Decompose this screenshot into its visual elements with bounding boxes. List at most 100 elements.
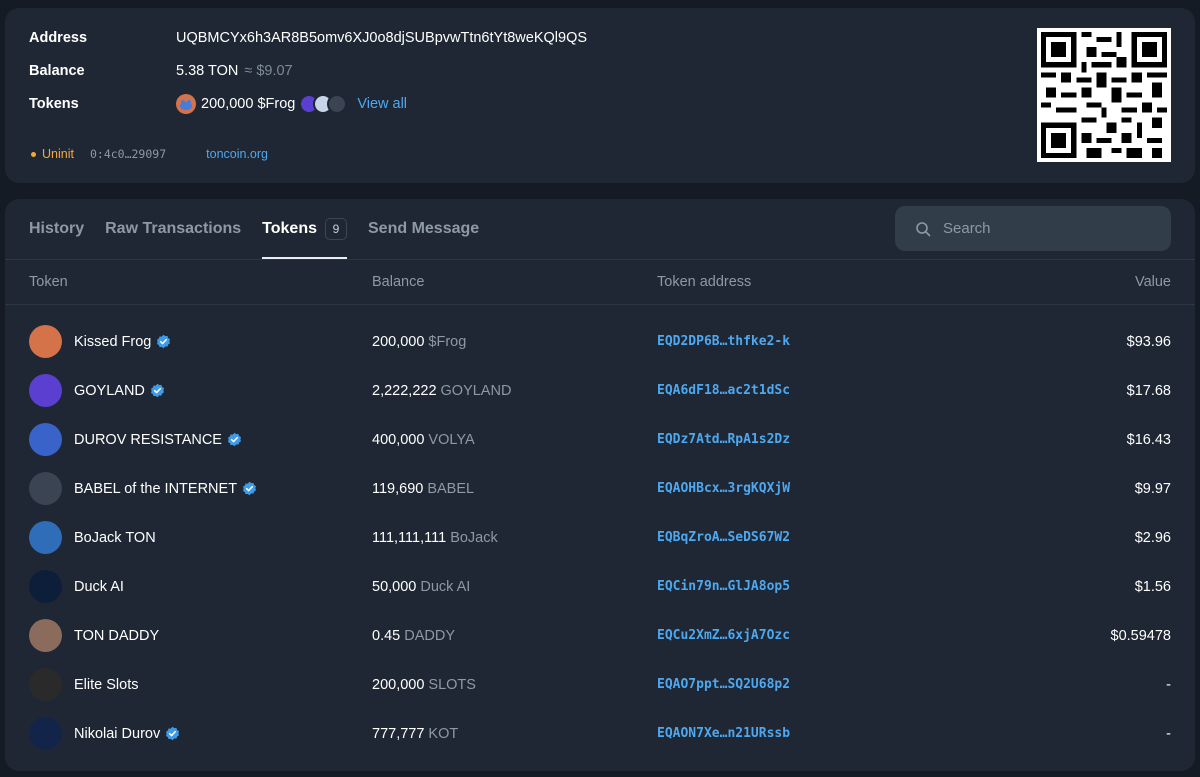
token-value: - bbox=[1166, 676, 1171, 693]
header-divider bbox=[5, 304, 1195, 305]
token-name[interactable]: Kissed Frog bbox=[74, 334, 151, 350]
token-address-link[interactable]: EQD2DP6B…thfke2-k bbox=[657, 334, 790, 349]
table-row[interactable]: Duck AI 50,000 Duck AI EQCin79n…GlJA8op5 $1.… bbox=[5, 562, 1195, 611]
token-amount: 400,000 bbox=[372, 431, 425, 448]
token-value: $16.43 bbox=[1126, 431, 1171, 448]
token-value: $1.56 bbox=[1134, 578, 1171, 595]
token-cell: BABEL of the INTERNET bbox=[29, 472, 257, 505]
babel-icon bbox=[29, 472, 62, 505]
verified-badge-icon bbox=[227, 432, 242, 447]
token-address-link[interactable]: EQAON7Xe…n21URssb bbox=[657, 726, 790, 741]
balance-cell: 119,690 BABEL bbox=[372, 481, 474, 497]
token-amount: 0.45 bbox=[372, 627, 401, 644]
durov-resistance-icon bbox=[29, 423, 62, 456]
token-name[interactable]: BABEL of the INTERNET bbox=[74, 481, 237, 497]
header-token: Token bbox=[29, 274, 68, 290]
token-icon-stack[interactable] bbox=[299, 94, 348, 114]
token-value: $17.68 bbox=[1126, 382, 1171, 399]
table-row[interactable]: GOYLAND 2,222,222 GOYLAND EQA6dF18…ac2t1dSc… bbox=[5, 366, 1195, 415]
token-symbol: VOLYA bbox=[428, 431, 475, 448]
tokens-panel: History Raw Transactions Tokens 9 Send M… bbox=[5, 199, 1195, 771]
token-address-link[interactable]: EQDz7Atd…RpA1s2Dz bbox=[657, 432, 790, 447]
table-row[interactable]: Nikolai Durov 777,777 KOT EQAON7Xe…n21URssb… bbox=[5, 709, 1195, 758]
token-address-link[interactable]: EQAO7ppt…SQ2U68p2 bbox=[657, 677, 790, 692]
tab-tokens[interactable]: Tokens 9 bbox=[262, 199, 347, 259]
token-amount: 2,222,222 bbox=[372, 382, 437, 399]
token-symbol: KOT bbox=[428, 725, 459, 742]
header-value: Value bbox=[1134, 274, 1171, 290]
token-name[interactable]: Elite Slots bbox=[74, 677, 138, 693]
balance-cell: 0.45 DADDY bbox=[372, 628, 455, 644]
token-cell: Duck AI bbox=[29, 570, 124, 603]
address-value[interactable]: UQBMCYx6h3AR8B5omv6XJ0o8djSUBpvwTtn6tYt8… bbox=[176, 30, 587, 46]
token-address-link[interactable]: EQA6dF18…ac2t1dSc bbox=[657, 383, 790, 398]
token-table-body: Kissed Frog 200,000 $Frog EQD2DP6B…thfke2-k… bbox=[5, 317, 1195, 758]
token-name[interactable]: TON DADDY bbox=[74, 628, 159, 644]
header-token-address: Token address bbox=[657, 274, 752, 290]
table-row[interactable]: DUROV RESISTANCE 400,000 VOLYA EQDz7Atd…RpA… bbox=[5, 415, 1195, 464]
token-cell: Nikolai Durov bbox=[29, 717, 180, 750]
daddy-icon bbox=[29, 619, 62, 652]
qr-code[interactable] bbox=[1037, 28, 1171, 162]
table-row[interactable]: Elite Slots 200,000 SLOTS EQAO7ppt…SQ2U68p2… bbox=[5, 660, 1195, 709]
frog-icon bbox=[29, 325, 62, 358]
token-name[interactable]: Duck AI bbox=[74, 579, 124, 595]
balance-cell: 200,000 SLOTS bbox=[372, 677, 476, 693]
token-address-link[interactable]: EQAOHBcx…3rgKQXjW bbox=[657, 481, 790, 496]
balance-cell: 200,000 $Frog bbox=[372, 334, 466, 350]
table-row[interactable]: BABEL of the INTERNET 119,690 BABEL EQAOHBc… bbox=[5, 464, 1195, 513]
token-amount: 50,000 bbox=[372, 578, 417, 595]
balance-cell: 777,777 KOT bbox=[372, 726, 458, 742]
table-header: Token Balance Token address Value bbox=[5, 259, 1195, 305]
token-amount: 200,000 bbox=[372, 676, 425, 693]
tokens-top-value: 200,000 $Frog bbox=[201, 96, 296, 112]
table-row[interactable]: Kissed Frog 200,000 $Frog EQD2DP6B…thfke2-k… bbox=[5, 317, 1195, 366]
token-cell: BoJack TON bbox=[29, 521, 156, 554]
token-symbol: $Frog bbox=[428, 333, 467, 350]
token-value: $0.59478 bbox=[1110, 627, 1171, 644]
token-cell: Kissed Frog bbox=[29, 325, 171, 358]
token-cell: Elite Slots bbox=[29, 668, 138, 701]
raw-address[interactable]: 0:4c0…29097 bbox=[90, 147, 166, 161]
token-name[interactable]: BoJack TON bbox=[74, 530, 156, 546]
balance-row: Balance 5.38 TON ≈ $9.07 bbox=[29, 63, 293, 79]
status-label: Uninit bbox=[42, 147, 74, 161]
address-row: Address UQBMCYx6h3AR8B5omv6XJ0o8djSUBpvw… bbox=[29, 30, 587, 46]
balance-cell: 111,111,111 BoJack bbox=[372, 530, 498, 546]
status-dot-icon bbox=[31, 151, 36, 157]
token-address-link[interactable]: EQCin79n…GlJA8op5 bbox=[657, 579, 790, 594]
verified-badge-icon bbox=[165, 726, 180, 741]
search-input[interactable] bbox=[943, 220, 1143, 237]
token-value: - bbox=[1166, 725, 1171, 742]
tab-raw-transactions[interactable]: Raw Transactions bbox=[105, 199, 241, 259]
token-address-link[interactable]: EQBqZroA…SeDS67W2 bbox=[657, 530, 790, 545]
balance-usd: ≈ $9.07 bbox=[244, 63, 293, 79]
token-amount: 111,111,111 bbox=[372, 529, 447, 546]
token-name[interactable]: Nikolai Durov bbox=[74, 726, 160, 742]
balance-cell: 2,222,222 GOYLAND bbox=[372, 383, 511, 399]
meta-row: Uninit 0:4c0…29097 toncoin.org bbox=[31, 147, 268, 161]
token-name[interactable]: GOYLAND bbox=[74, 383, 145, 399]
token-cell: TON DADDY bbox=[29, 619, 159, 652]
table-row[interactable]: BoJack TON 111,111,111 BoJack EQBqZroA…SeDS… bbox=[5, 513, 1195, 562]
duck-icon bbox=[29, 570, 62, 603]
token-name[interactable]: DUROV RESISTANCE bbox=[74, 432, 222, 448]
token-amount: 119,690 bbox=[372, 480, 424, 497]
slots-icon bbox=[29, 668, 62, 701]
token-symbol: BoJack bbox=[450, 529, 498, 546]
babel-icon bbox=[327, 94, 348, 114]
site-link[interactable]: toncoin.org bbox=[206, 147, 268, 161]
tokens-value-group: 200,000 $Frog View all bbox=[176, 94, 407, 114]
token-address-link[interactable]: EQCu2XmZ…6xjA7Ozc bbox=[657, 628, 790, 643]
tokens-count-badge: 9 bbox=[325, 218, 347, 240]
tab-history[interactable]: History bbox=[29, 199, 84, 259]
table-row[interactable]: TON DADDY 0.45 DADDY EQCu2XmZ…6xjA7Ozc $0.59… bbox=[5, 611, 1195, 660]
token-symbol: GOYLAND bbox=[440, 382, 512, 399]
token-value: $9.97 bbox=[1134, 480, 1171, 497]
token-symbol: SLOTS bbox=[428, 676, 476, 693]
tab-send-message[interactable]: Send Message bbox=[368, 199, 479, 259]
search-icon bbox=[916, 221, 931, 236]
view-all-link[interactable]: View all bbox=[357, 96, 407, 112]
search-box[interactable] bbox=[895, 206, 1171, 251]
balance-label: Balance bbox=[29, 63, 85, 79]
